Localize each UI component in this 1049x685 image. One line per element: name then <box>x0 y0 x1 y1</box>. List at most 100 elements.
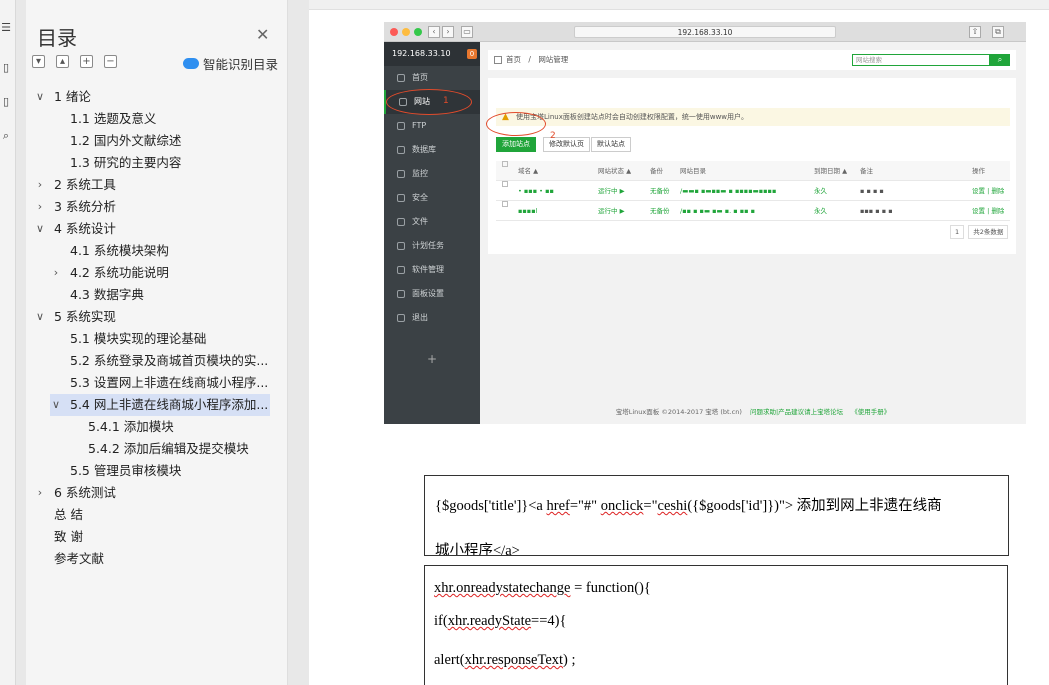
toc-item[interactable]: 1.1 选题及意义 <box>26 108 276 130</box>
sidebar-item-label: 首页 <box>412 73 428 82</box>
chevron-right-icon[interactable]: › <box>34 174 46 196</box>
server-badge: 0 <box>467 49 477 59</box>
table-cell-expire: 永久 <box>814 187 827 195</box>
chevron-down-icon[interactable]: ∨ <box>50 394 62 416</box>
menu-icon <box>397 194 405 202</box>
toc-item-label: 总 结 <box>54 507 83 522</box>
chevron-down-icon[interactable]: ∨ <box>34 218 46 240</box>
menu-icon <box>397 314 405 322</box>
toc-item[interactable]: › 6 系统测试 <box>26 482 276 504</box>
table-cell-ops: 设置 | 删除 <box>972 207 1005 215</box>
toc-item-label: 5.1 模块实现的理论基础 <box>70 331 207 346</box>
code-line: if(xhr.readyState==4){ <box>434 613 567 629</box>
toc-item-label: 6 系统测试 <box>54 485 116 500</box>
thumbnail-icon[interactable]: ▯ <box>0 92 12 112</box>
toc-item[interactable]: 5.3 设置网上非遗在线商城小程序... <box>26 372 276 394</box>
table-row: • ▪▪▪ • ▪▪ 运行中 ▶ 无备份 /▬▬▪ ▪▬▪▪▬ ▪ ▪▪▪▪▬▪▪▪▪… <box>496 181 1010 201</box>
toc-item[interactable]: 5.2 系统登录及商城首页模块的实... <box>26 350 276 372</box>
server-host-label: 192.168.33.10 <box>392 49 451 58</box>
panel-main: 首页 / 网站管理 网站搜索 ⌕ ▲ 使用宝塔Linux面板创建站点时会自动创建… <box>480 42 1026 424</box>
toc-item-label: 1.3 研究的主要内容 <box>70 155 182 170</box>
annotation-number-2: 2 <box>550 131 556 141</box>
checkbox <box>502 161 508 167</box>
smart-toc-button[interactable]: 智能识别目录 <box>183 54 278 73</box>
toc-item[interactable]: › 2 系统工具 <box>26 174 276 196</box>
toc-item[interactable]: 5.4.1 添加模块 <box>26 416 276 438</box>
footer-copyright: 宝塔Linux面板 ©2014-2017 宝塔 (bt.cn) <box>615 408 742 416</box>
table-cell-expire: 永久 <box>814 207 827 215</box>
plus-icon[interactable]: + <box>80 55 93 68</box>
chevron-down-icon[interactable]: ∨ <box>34 86 46 108</box>
back-icon: ‹ <box>428 26 440 38</box>
toc-item[interactable]: 5.1 模块实现的理论基础 <box>26 328 276 350</box>
toc-item[interactable]: ∨ 1 绪论 <box>26 86 276 108</box>
toc-item[interactable]: 1.2 国内外文献综述 <box>26 130 276 152</box>
column-header: 备注 <box>860 167 873 175</box>
menu-icon <box>397 146 405 154</box>
pagination: 1 共2条数据 <box>948 225 1009 239</box>
annotation-number-1: 1 <box>443 96 449 106</box>
annotation-circle-2 <box>486 112 546 136</box>
total-count: 共2条数据 <box>968 225 1009 239</box>
toc-item-label: 1 绪论 <box>54 89 91 104</box>
toc-item[interactable]: ∨ 4 系统设计 <box>26 218 276 240</box>
toc-item-label: 1.1 选题及意义 <box>70 111 157 126</box>
minus-icon[interactable]: − <box>104 55 117 68</box>
toc-item[interactable]: 1.3 研究的主要内容 <box>26 152 276 174</box>
breadcrumb-sep: / <box>528 55 531 64</box>
toc-item[interactable]: 参考文献 <box>26 548 276 570</box>
toc-item[interactable]: 致 谢 <box>26 526 276 548</box>
share-icon: ⇧ <box>969 26 981 38</box>
toc-item[interactable]: › 3 系统分析 <box>26 196 276 218</box>
toc-view-icon[interactable]: ☰ <box>0 18 12 38</box>
menu-icon <box>397 122 405 130</box>
warning-banner: ▲ 使用宝塔Linux面板创建站点时会自动创建权限配置，统一使用www用户。 <box>496 108 1010 126</box>
chevron-down-icon[interactable]: ∨ <box>34 306 46 328</box>
sidebar-item-label: 退出 <box>412 313 428 322</box>
toc-item[interactable]: › 4.2 系统功能说明 <box>26 262 276 284</box>
chevron-right-icon[interactable]: › <box>50 262 62 284</box>
toc-item-label: 3 系统分析 <box>54 199 116 214</box>
sidebar-item: 面板设置 <box>384 282 480 306</box>
table-cell-domain: ▪▪▪▪l <box>518 207 538 215</box>
toc-scrollbar[interactable] <box>278 86 286 685</box>
toc-item[interactable]: ∨ 5.4 网上非遗在线商城小程序添加... <box>50 394 270 416</box>
column-header: 网站目录 <box>680 167 706 175</box>
toc-item[interactable]: 5.4.2 添加后编辑及提交模块 <box>26 438 276 460</box>
column-header: 网站状态 ▲ <box>598 167 632 175</box>
chevron-right-icon[interactable]: › <box>34 482 46 504</box>
sidebar-item: FTP <box>384 114 480 138</box>
close-icon[interactable]: ✕ <box>256 27 269 43</box>
default-site-button: 默认站点 <box>591 137 631 152</box>
toc-item-label: 4.2 系统功能说明 <box>70 265 169 280</box>
address-bar: 192.168.33.10 <box>574 26 836 38</box>
sidebar-item-label: 安全 <box>412 193 428 202</box>
toc-item[interactable]: 4.3 数据字典 <box>26 284 276 306</box>
toc-item[interactable]: 4.1 系统模块架构 <box>26 240 276 262</box>
table-cell-dir: /▪▪ ▪ ▪▬ ▪▬ ▪. ▪ ▪▪ ▪ <box>680 207 756 215</box>
sidebar-item: 首页 <box>384 66 480 90</box>
collapse-icon[interactable]: ▾ <box>32 55 45 68</box>
column-header: 到期日期 ▲ <box>814 167 848 175</box>
bookmark-icon[interactable]: ▯ <box>0 58 12 78</box>
smart-toc-label: 智能识别目录 <box>203 57 279 72</box>
expand-up-icon[interactable]: ▴ <box>56 55 69 68</box>
chevron-right-icon[interactable]: › <box>34 196 46 218</box>
code-line: {$goods['title']}<a href="#" onclick="ce… <box>435 498 942 514</box>
sidebar-item: 数据库 <box>384 138 480 162</box>
toc-item[interactable]: 5.5 管理员审核模块 <box>26 460 276 482</box>
toc-item[interactable]: ∨ 5 系统实现 <box>26 306 276 328</box>
footer-manual-link: 《使用手册》 <box>851 408 891 416</box>
toc-item-label: 4 系统设计 <box>54 221 116 236</box>
code-line: 城小程序</a> <box>435 543 520 556</box>
page-number: 1 <box>950 225 965 239</box>
toc-item[interactable]: 总 结 <box>26 504 276 526</box>
sidebar-item-label: 软件管理 <box>412 265 444 274</box>
sites-panel: ▲ 使用宝塔Linux面板创建站点时会自动创建权限配置，统一使用www用户。 添… <box>488 78 1016 254</box>
table-cell-backup: 无备份 <box>650 187 670 195</box>
toc-item-label: 5.3 设置网上非遗在线商城小程序... <box>70 375 269 390</box>
search-icon[interactable]: ⌕ <box>0 126 12 146</box>
panel-footer: 宝塔Linux面板 ©2014-2017 宝塔 (bt.cn) 问题求助|产品建… <box>480 406 1026 416</box>
warning-text: 使用宝塔Linux面板创建站点时会自动创建权限配置，统一使用www用户。 <box>516 113 749 121</box>
toc-item-label: 4.1 系统模块架构 <box>70 243 169 258</box>
